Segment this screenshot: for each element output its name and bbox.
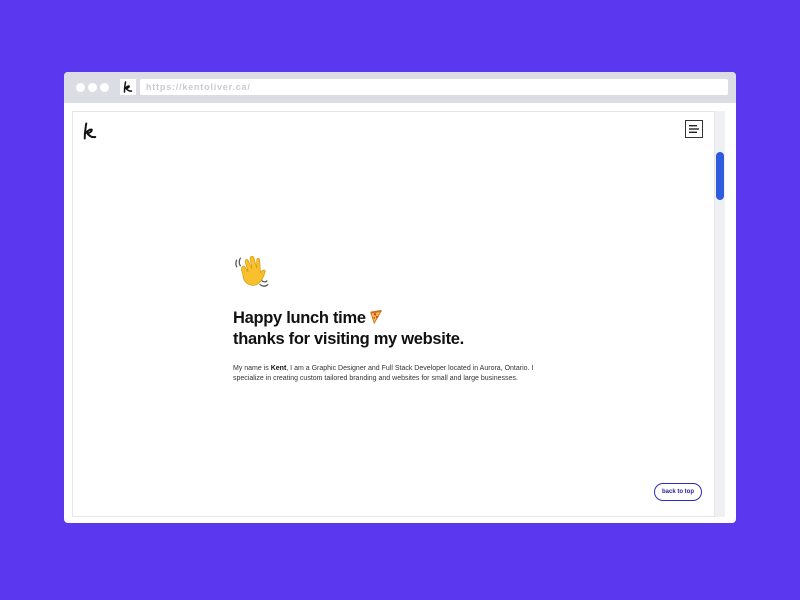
url-bar[interactable]: https://kentoliver.ca/ — [140, 79, 728, 95]
back-to-top-label: back to top — [661, 489, 694, 495]
back-to-top-button[interactable]: back to top — [654, 483, 702, 501]
menu-button[interactable] — [685, 120, 703, 138]
intro-prefix: My name is — [233, 365, 271, 372]
pizza-icon — [369, 309, 383, 325]
hamburger-menu-icon — [689, 125, 699, 133]
headline-line-2: thanks for visiting my website. — [233, 330, 464, 348]
close-dot[interactable] — [76, 83, 85, 92]
headline-line-1: Happy lunch time — [233, 309, 366, 327]
waving-hand-icon — [233, 252, 271, 290]
browser-titlebar: https://kentoliver.ca/ — [64, 72, 736, 103]
browser-window: https://kentoliver.ca/ Happy lunch time … — [64, 72, 736, 523]
url-text: https://kentoliver.ca/ — [146, 82, 251, 92]
intro-paragraph: My name is Kent, I am a Graphic Designer… — [233, 364, 553, 384]
scrollbar-thumb[interactable] — [716, 152, 724, 200]
page-headline: Happy lunch time thanks for visiting my … — [233, 308, 573, 350]
minimize-dot[interactable] — [88, 83, 97, 92]
favicon-icon — [120, 79, 136, 95]
maximize-dot[interactable] — [100, 83, 109, 92]
kent-logo-icon[interactable] — [82, 122, 98, 140]
page-viewport: Happy lunch time thanks for visiting my … — [72, 111, 715, 517]
intro-name: Kent — [270, 365, 287, 372]
